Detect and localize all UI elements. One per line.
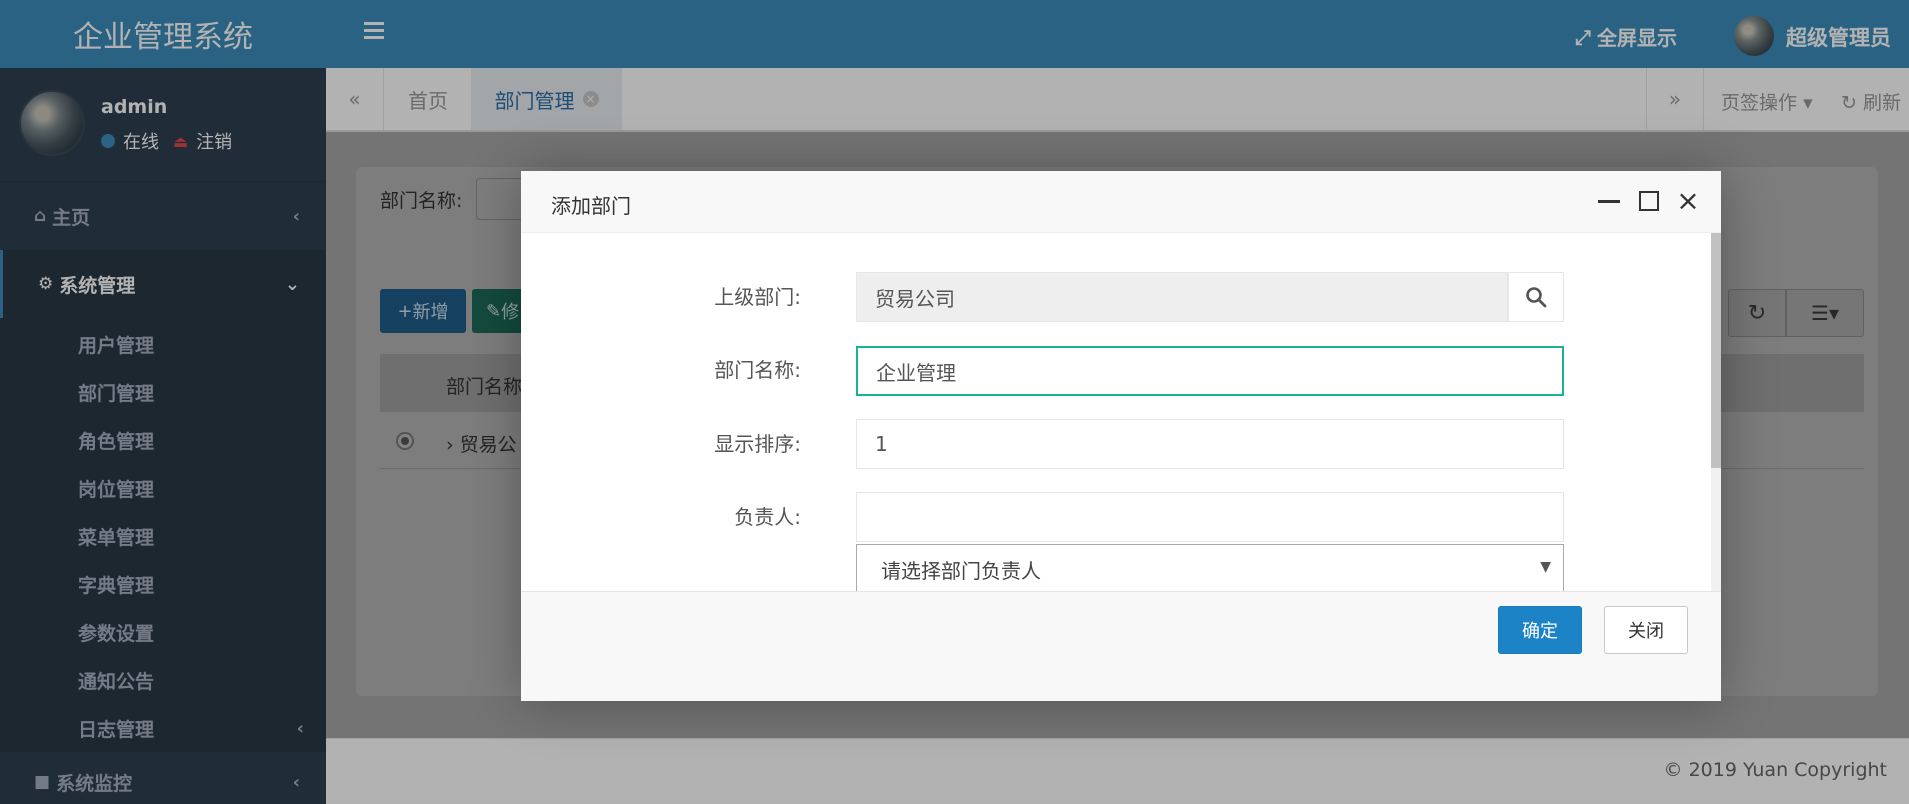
display-order-label: 显示排序: — [714, 432, 801, 456]
close-button[interactable]: × — [1674, 187, 1702, 215]
dialog-footer: 确定 关闭 — [521, 591, 1721, 701]
dept-name-label: 部门名称: — [714, 358, 801, 382]
scrollbar-thumb[interactable] — [1711, 233, 1721, 468]
confirm-button[interactable]: 确定 — [1498, 606, 1582, 654]
display-order-field[interactable]: 1 — [856, 419, 1564, 469]
maximize-icon — [1639, 191, 1659, 211]
maximize-button[interactable] — [1635, 187, 1663, 215]
parent-dept-search-button[interactable] — [1508, 272, 1564, 322]
leader-field[interactable] — [856, 492, 1564, 542]
caret-down-icon: ▼ — [1540, 559, 1551, 575]
search-icon — [1526, 287, 1547, 308]
leader-select-value: 请选择部门负责人 — [881, 558, 1041, 583]
close-icon: × — [1676, 184, 1700, 217]
dept-name-field[interactable]: 企业管理 — [856, 346, 1564, 396]
minimize-button[interactable] — [1595, 187, 1623, 215]
dialog-scrollbar[interactable] — [1711, 233, 1721, 591]
minimize-icon — [1598, 199, 1620, 203]
parent-dept-field[interactable]: 贸易公司 — [856, 272, 1508, 322]
add-department-dialog: 添加部门 × 上级部门: 贸易公司 部门名称: 企业管理 显示排序: 1 负责人… — [521, 171, 1721, 701]
dialog-title: 添加部门 — [551, 194, 631, 218]
parent-dept-label: 上级部门: — [714, 285, 801, 309]
dialog-body: 上级部门: 贸易公司 部门名称: 企业管理 显示排序: 1 负责人: 请选择部门… — [521, 233, 1721, 591]
leader-label: 负责人: — [734, 505, 801, 529]
leader-select[interactable]: 请选择部门负责人 ▼ — [856, 544, 1564, 591]
dialog-header: 添加部门 × — [521, 171, 1721, 233]
cancel-button[interactable]: 关闭 — [1604, 606, 1688, 654]
